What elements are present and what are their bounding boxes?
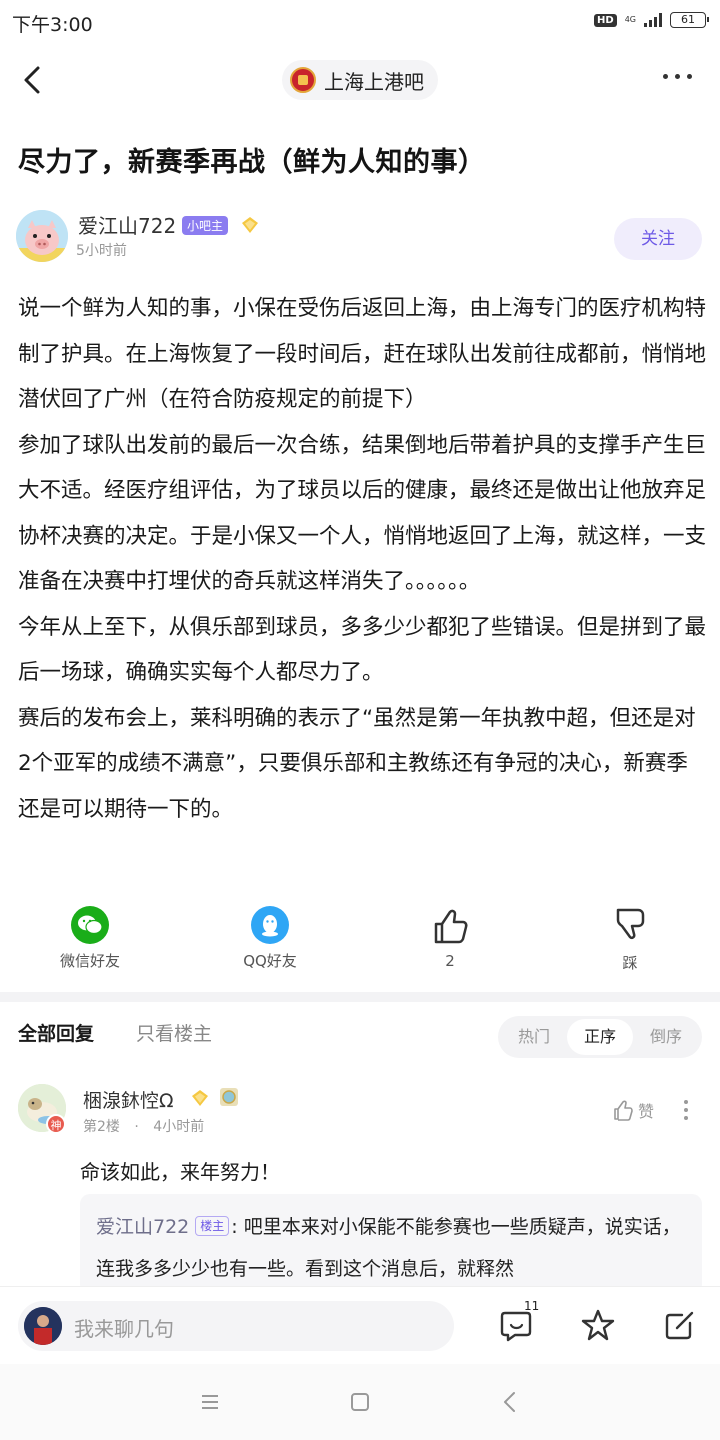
share-wechat-button[interactable]: 微信好友 — [20, 900, 160, 971]
comment-time: 4小时前 — [153, 1119, 205, 1135]
status-icons: HD 4G 61 — [594, 12, 709, 28]
post-paragraph: 参加了球队出发前的最后一次合练，结果倒地后带着护具的支撑手产生巨大不适。经医疗组… — [18, 432, 707, 595]
comment-meta: 第2楼 · 4小时前 — [83, 1116, 204, 1136]
sort-toggle: 热门 正序 倒序 — [498, 1016, 702, 1058]
vip-diamond-icon — [242, 217, 258, 233]
dislike-label: 踩 — [622, 954, 638, 972]
comment-like-button[interactable]: 赞 — [612, 1098, 654, 1122]
post-title: 尽力了，新赛季再战（鲜为人知的事） — [18, 147, 486, 178]
tab-op-only[interactable]: 只看楼主 — [136, 1019, 212, 1046]
nav-bar: 上海上港吧 — [0, 44, 720, 116]
like-count: 2 — [445, 952, 455, 970]
author-avatar[interactable] — [16, 210, 68, 262]
commenter-name[interactable]: 梱湶鈢悾Ω — [83, 1086, 174, 1113]
tab-all-replies[interactable]: 全部回复 — [18, 1019, 94, 1046]
battery-icon: 61 — [670, 12, 709, 28]
op-badge: 楼主 — [195, 1216, 230, 1236]
comment-count: 11 — [524, 1299, 540, 1313]
author-row: 爱江山722 小吧主 5小时前 关注 — [16, 208, 706, 264]
thumbs-up-icon — [434, 909, 468, 944]
quoted-reply[interactable]: 爱江山722 楼主: 吧里本来对小保能不能参赛也一些质疑声，说实话，连我多多少少也… — [80, 1194, 702, 1294]
share-qq-label: QQ好友 — [243, 952, 297, 970]
post-time: 5小时前 — [76, 243, 127, 259]
network-label: 4G — [624, 15, 636, 24]
reply-input[interactable]: 我来聊几句 — [18, 1301, 454, 1351]
forum-link[interactable]: 上海上港吧 — [282, 60, 438, 100]
pig-avatar-icon — [16, 210, 68, 262]
hd-icon: HD — [594, 13, 617, 27]
system-back-icon[interactable] — [496, 1388, 524, 1416]
god-badge: 神 — [46, 1114, 66, 1134]
comment-text: 命该如此，来年努力！ — [80, 1160, 280, 1184]
reply-placeholder: 我来聊几句 — [74, 1317, 174, 1341]
share-wechat-label: 微信好友 — [59, 952, 120, 970]
dislike-button[interactable]: 踩 — [560, 900, 700, 973]
more-options-button[interactable] — [663, 74, 692, 79]
quoted-author: 爱江山722 — [96, 1216, 190, 1238]
thumbs-down-icon — [616, 908, 645, 940]
bottom-bar: 我来聊几句 11 — [0, 1286, 720, 1364]
sort-hot-option[interactable]: 热门 — [501, 1019, 567, 1055]
vip-diamond-icon — [192, 1090, 208, 1106]
home-icon[interactable] — [346, 1388, 374, 1416]
star-icon[interactable] — [580, 1307, 616, 1343]
post-body: 说一个鲜为人知的事，小保在受伤后返回上海，由上海专门的医疗机构特制了护具。在上海… — [18, 286, 706, 832]
sort-descending-option[interactable]: 倒序 — [633, 1019, 699, 1055]
menu-icon[interactable] — [196, 1388, 224, 1416]
back-arrow-icon — [24, 66, 40, 94]
status-bar: 下午3:00 HD 4G 61 — [0, 0, 720, 44]
sort-ascending-option[interactable]: 正序 — [567, 1019, 633, 1055]
follow-button[interactable]: 关注 — [614, 218, 702, 260]
medal-icon — [220, 1088, 238, 1106]
my-avatar — [24, 1307, 62, 1345]
forum-logo-icon — [290, 67, 316, 93]
comment-like-label: 赞 — [638, 1102, 655, 1121]
author-name[interactable]: 爱江山722 — [78, 210, 176, 239]
floor-number: 第2楼 — [83, 1119, 120, 1135]
reply-tabs: 全部回复 只看楼主 热门 正序 倒序 — [0, 1002, 720, 1068]
thumbs-up-icon — [614, 1100, 633, 1121]
share-icon[interactable] — [662, 1307, 698, 1343]
moderator-badge: 小吧主 — [182, 216, 229, 235]
post-paragraph: 赛后的发布会上，莱科明确的表示了“虽然是第一年执教中超，但还是对2个亚军的成绩不… — [18, 705, 696, 822]
back-button[interactable] — [14, 60, 54, 100]
like-button[interactable]: 2 — [380, 900, 520, 970]
share-qq-button[interactable]: QQ好友 — [200, 900, 340, 971]
comment-more-button[interactable] — [684, 1100, 688, 1120]
signal-icon — [644, 13, 662, 27]
forum-name: 上海上港吧 — [324, 69, 424, 94]
qq-icon — [251, 906, 289, 944]
wechat-icon — [71, 906, 109, 944]
section-divider — [0, 992, 720, 1002]
system-nav-bar — [0, 1364, 720, 1440]
status-time: 下午3:00 — [12, 14, 93, 36]
share-row: 微信好友 QQ好友 2 踩 — [0, 900, 720, 980]
meta-separator: · — [134, 1119, 139, 1135]
post-paragraph: 说一个鲜为人知的事，小保在受伤后返回上海，由上海专门的医疗机构特制了护具。在上海… — [18, 296, 707, 412]
post-paragraph: 今年从上至下，从俱乐部到球员，多多少少都犯了些错误。但是拼到了最后一场球，确确实… — [18, 614, 707, 686]
